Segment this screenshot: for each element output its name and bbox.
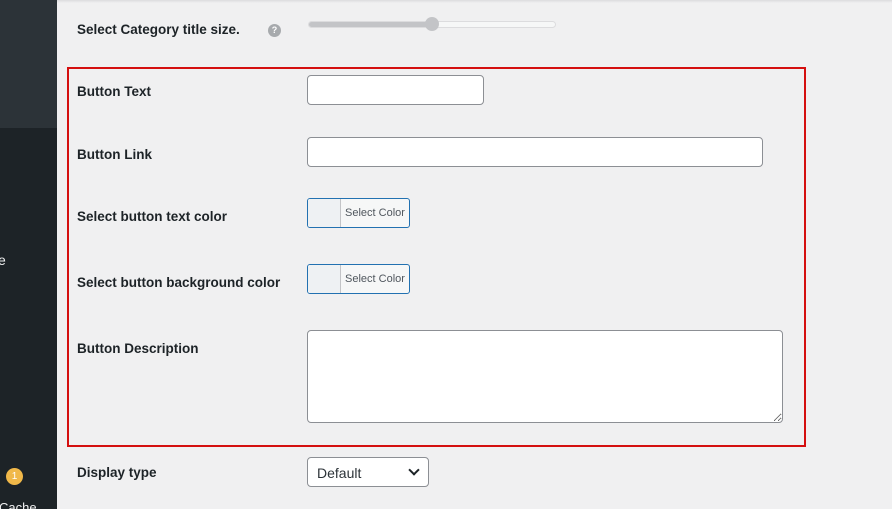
button-text-label: Button Text: [77, 84, 151, 99]
category-title-size-slider[interactable]: [308, 17, 556, 31]
sidebar-menu-label-cache[interactable]: Cache: [0, 500, 37, 509]
slider-thumb[interactable]: [425, 17, 439, 31]
help-icon[interactable]: ?: [268, 24, 281, 37]
category-title-size-label: Select Category title size.: [77, 22, 240, 37]
button-description-label: Button Description: [77, 341, 199, 356]
button-link-label: Button Link: [77, 147, 152, 162]
top-shadow: [57, 0, 892, 3]
select-color-label[interactable]: Select Color: [345, 207, 405, 219]
sidebar-active-menu-area[interactable]: [0, 0, 57, 128]
slider-fill: [309, 22, 432, 27]
button-description-textarea[interactable]: [307, 330, 783, 423]
sidebar-notification-badge: 1: [6, 468, 23, 485]
color-swatch[interactable]: [308, 199, 341, 227]
admin-sidebar: e 1 Cache: [0, 0, 57, 509]
button-text-color-picker[interactable]: Select Color: [307, 198, 410, 228]
display-type-selected-value[interactable]: Default: [317, 465, 361, 481]
color-swatch[interactable]: [308, 265, 341, 293]
sidebar-menu-label-fragment[interactable]: e: [0, 252, 6, 268]
display-type-select[interactable]: Default: [307, 457, 429, 487]
select-color-label[interactable]: Select Color: [345, 273, 405, 285]
button-bg-color-label: Select button background color: [77, 275, 281, 290]
button-bg-color-picker[interactable]: Select Color: [307, 264, 410, 294]
chevron-down-icon[interactable]: [408, 464, 420, 476]
display-type-label: Display type: [77, 465, 157, 480]
button-link-input[interactable]: [307, 137, 763, 167]
button-text-input[interactable]: [307, 75, 484, 105]
button-text-color-label: Select button text color: [77, 209, 228, 224]
